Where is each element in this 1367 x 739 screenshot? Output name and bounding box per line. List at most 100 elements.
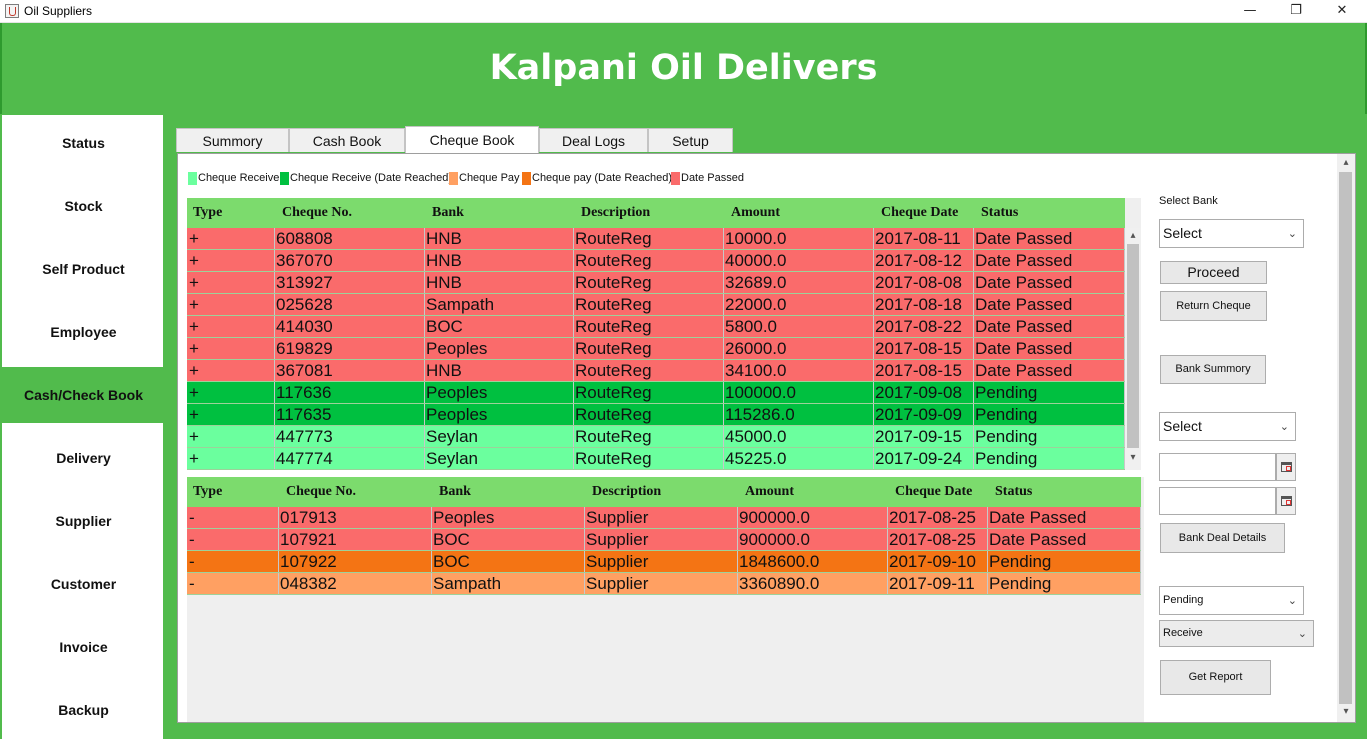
- sidebar-item-invoice[interactable]: Invoice: [2, 619, 165, 675]
- table-cell: +: [187, 316, 275, 337]
- table-cell: 900000.0: [738, 529, 888, 550]
- close-button[interactable]: ✕: [1319, 0, 1365, 23]
- scroll-thumb[interactable]: [1339, 172, 1352, 704]
- cheque-pay-table: Type Cheque No. Bank Description Amount …: [187, 477, 1144, 722]
- bank-select[interactable]: Select ⌄: [1159, 219, 1304, 248]
- bank-deal-details-button[interactable]: Bank Deal Details: [1160, 523, 1285, 553]
- return-cheque-button[interactable]: Return Cheque: [1160, 291, 1267, 321]
- column-header[interactable]: Cheque No.: [286, 477, 356, 507]
- table-row[interactable]: -107921 BOC Supplier 900000.0 2017-08-25 Date…: [187, 529, 1141, 551]
- column-header[interactable]: Status: [995, 477, 1032, 507]
- table-cell: 45000.0: [724, 426, 874, 447]
- table-cell: 608808: [275, 228, 425, 249]
- tab-cash-book[interactable]: Cash Book: [289, 128, 405, 152]
- scroll-up-icon[interactable]: ▴: [1337, 157, 1355, 168]
- table-cell: Date Passed: [974, 360, 1125, 381]
- column-header[interactable]: Status: [981, 198, 1018, 228]
- from-date-picker-button[interactable]: [1276, 453, 1296, 481]
- table-cell: +: [187, 360, 275, 381]
- sidebar-item-self-product[interactable]: Self Product: [2, 241, 165, 297]
- table-row[interactable]: +619829 Peoples RouteReg 26000.0 2017-08-15 D…: [187, 338, 1125, 360]
- sidebar-item-cash-check-book[interactable]: Cash/Check Book: [2, 367, 165, 423]
- to-date-picker-button[interactable]: [1276, 487, 1296, 515]
- table-cell: Pending: [988, 573, 1141, 594]
- table-cell: +: [187, 294, 275, 315]
- sidebar-item-customer[interactable]: Customer: [2, 556, 165, 612]
- table-row[interactable]: +367070 HNB RouteReg 40000.0 2017-08-12 Date …: [187, 250, 1125, 272]
- table-cell: HNB: [425, 272, 574, 293]
- table-cell: Sampath: [425, 294, 574, 315]
- table-row[interactable]: +117635 Peoples RouteReg 115286.0 2017-09-09…: [187, 404, 1125, 426]
- sidebar-item-backup[interactable]: Backup: [2, 682, 165, 738]
- table-cell: 367081: [275, 360, 425, 381]
- table-cell: RouteReg: [574, 404, 724, 425]
- table-cell: Pending: [974, 404, 1125, 425]
- tab-cheque-book[interactable]: Cheque Book: [405, 126, 539, 153]
- table-cell: 367070: [275, 250, 425, 271]
- table-row[interactable]: +414030 BOC RouteReg 5800.0 2017-08-22 Date P…: [187, 316, 1125, 338]
- sidebar-item-employee[interactable]: Employee: [2, 304, 165, 360]
- sidebar-item-delivery[interactable]: Delivery: [2, 430, 165, 486]
- table-row[interactable]: -048382 Sampath Supplier 3360890.0 2017-09-1…: [187, 573, 1141, 595]
- table-row[interactable]: -107922 BOC Supplier 1848600.0 2017-09-10 Pen…: [187, 551, 1141, 573]
- select-bank-label: Select Bank: [1159, 195, 1218, 207]
- table-row[interactable]: +447773 Seylan RouteReg 45000.0 2017-09-15 Pe…: [187, 426, 1125, 448]
- table-row[interactable]: +447774 Seylan RouteReg 45225.0 2017-09-24 Pe…: [187, 448, 1125, 470]
- window-title: Oil Suppliers: [24, 4, 93, 18]
- column-header[interactable]: Type: [193, 198, 222, 228]
- table-row[interactable]: +608808 HNB RouteReg 10000.0 2017-08-11 Date …: [187, 228, 1125, 250]
- column-header[interactable]: Type: [193, 477, 222, 507]
- table-cell: 2017-08-12: [874, 250, 974, 271]
- status-select-value: Pending: [1163, 594, 1204, 606]
- get-report-button[interactable]: Get Report: [1160, 660, 1271, 695]
- table-cell: 2017-08-18: [874, 294, 974, 315]
- maximize-button[interactable]: ❐: [1273, 0, 1319, 23]
- scroll-down-icon[interactable]: ▾: [1337, 706, 1355, 717]
- table-row[interactable]: -017913 Peoples Supplier 900000.0 2017-08-25…: [187, 507, 1141, 529]
- column-header[interactable]: Bank: [439, 477, 471, 507]
- table-cell: 447774: [275, 448, 425, 469]
- type-select[interactable]: Receive ⌄: [1159, 620, 1314, 647]
- bank-summary-button[interactable]: Bank Summory: [1160, 355, 1266, 384]
- scroll-up-icon[interactable]: ▴: [1125, 230, 1141, 241]
- table-cell: 45225.0: [724, 448, 874, 469]
- table-cell: 3360890.0: [738, 573, 888, 594]
- period-select[interactable]: Select ⌄: [1159, 412, 1296, 441]
- status-select[interactable]: Pending ⌄: [1159, 586, 1304, 615]
- table-cell: Supplier: [585, 573, 738, 594]
- column-header[interactable]: Cheque Date: [895, 477, 972, 507]
- table-cell: Peoples: [425, 404, 574, 425]
- sidebar-item-status[interactable]: Status: [2, 115, 165, 171]
- table-cell: 619829: [275, 338, 425, 359]
- table-row[interactable]: +313927 HNB RouteReg 32689.0 2017-08-08 Date …: [187, 272, 1125, 294]
- to-date-field[interactable]: [1159, 487, 1276, 515]
- column-header[interactable]: Cheque Date: [881, 198, 958, 228]
- legend-cheque-receive: Cheque Receive: [188, 172, 279, 185]
- column-header[interactable]: Amount: [745, 477, 794, 507]
- tab-deal-logs[interactable]: Deal Logs: [539, 128, 648, 152]
- app-title: Kalpani Oil Delivers: [489, 48, 878, 88]
- panel-scrollbar[interactable]: ▴ ▾: [1337, 154, 1355, 722]
- column-header[interactable]: Bank: [432, 198, 464, 228]
- column-header[interactable]: Description: [581, 198, 650, 228]
- proceed-button[interactable]: Proceed: [1160, 261, 1267, 284]
- scroll-thumb[interactable]: [1127, 244, 1139, 448]
- column-header[interactable]: Description: [592, 477, 661, 507]
- tab-setup[interactable]: Setup: [648, 128, 733, 152]
- table-cell: +: [187, 404, 275, 425]
- table-row[interactable]: +025628 Sampath RouteReg 22000.0 2017-08-18 D…: [187, 294, 1125, 316]
- table-row[interactable]: +117636 Peoples RouteReg 100000.0 2017-09-08…: [187, 382, 1125, 404]
- sidebar-item-supplier[interactable]: Supplier: [2, 493, 165, 549]
- column-header[interactable]: Cheque No.: [282, 198, 352, 228]
- minimize-button[interactable]: —: [1227, 0, 1273, 23]
- table-row[interactable]: +367081 HNB RouteReg 34100.0 2017-08-15 Date …: [187, 360, 1125, 382]
- table-cell: 2017-08-25: [888, 507, 988, 528]
- column-header[interactable]: Amount: [731, 198, 780, 228]
- tab-summory[interactable]: Summory: [176, 128, 289, 152]
- legend-cheque-pay-date-reached: Cheque pay (Date Reached): [522, 172, 672, 185]
- sidebar-item-stock[interactable]: Stock: [2, 178, 165, 234]
- table-cell: Date Passed: [974, 338, 1125, 359]
- scroll-down-icon[interactable]: ▾: [1125, 452, 1141, 463]
- from-date-field[interactable]: [1159, 453, 1276, 481]
- table-scrollbar[interactable]: ▴ ▾: [1125, 228, 1141, 470]
